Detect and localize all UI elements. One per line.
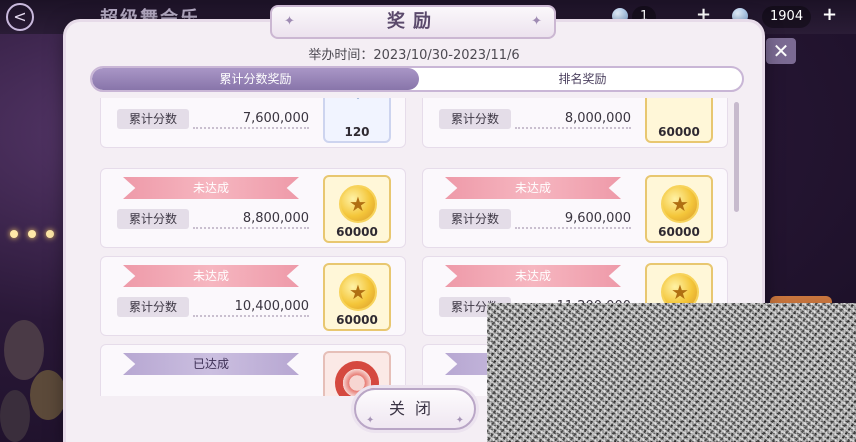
reward-card: 未达成 累计分数 9,600,000 ★ 60000 bbox=[422, 168, 728, 248]
reward-quantity: 120 bbox=[344, 125, 370, 139]
reward-item[interactable]: ★ 60000 bbox=[645, 175, 713, 243]
score-label: 累计分数 bbox=[439, 109, 511, 129]
currency-2-add-button[interactable]: + bbox=[822, 4, 837, 25]
score-label: 累计分数 bbox=[117, 297, 189, 317]
reward-quantity: 60000 bbox=[658, 125, 700, 139]
reward-card: 未达成 累计分数 10,400,000 ★ 60000 bbox=[100, 256, 406, 336]
status-banner-unachieved: 未达成 bbox=[123, 177, 299, 199]
score-threshold: 8,800,000 bbox=[193, 209, 309, 229]
score-threshold: 8,000,000 bbox=[515, 109, 631, 129]
reward-quantity: 60000 bbox=[336, 313, 378, 327]
score-threshold: 7,600,000 bbox=[193, 109, 309, 129]
status-banner-unachieved: 未达成 bbox=[123, 265, 299, 287]
reward-card: 累计分数 7,600,000 120 bbox=[100, 98, 406, 148]
reward-item[interactable]: 120 bbox=[323, 98, 391, 143]
score-threshold: 9,600,000 bbox=[515, 209, 631, 229]
close-button-label: 关闭 bbox=[388, 399, 441, 418]
tab-ranking-reward[interactable]: 排名奖励 bbox=[419, 68, 742, 90]
modal-title-plate: ✦ 奖励 ✦ bbox=[270, 5, 556, 39]
score-label: 累计分数 bbox=[439, 209, 511, 229]
event-time: 举办时间：2023/10/30-2023/11/6 bbox=[308, 48, 520, 63]
back-button[interactable]: < bbox=[6, 3, 34, 31]
coin-icon: ★ bbox=[339, 185, 377, 223]
outer-close-icon[interactable]: ✕ bbox=[766, 38, 796, 64]
reward-quantity: 60000 bbox=[336, 225, 378, 239]
reward-card: 未达成 累计分数 8,800,000 ★ 60000 bbox=[100, 168, 406, 248]
currency-2-amount: 1904 bbox=[762, 6, 812, 28]
status-banner-achieved: 已达成 bbox=[123, 353, 299, 375]
reward-item[interactable]: ★ 60000 bbox=[323, 263, 391, 331]
sparkle-icon: ✦ bbox=[531, 14, 542, 29]
status-banner-unachieved: 未达成 bbox=[445, 265, 621, 287]
noise-overlay bbox=[487, 303, 856, 442]
reward-item[interactable]: ★ 60000 bbox=[323, 175, 391, 243]
list-scrollbar[interactable] bbox=[734, 102, 739, 212]
coin-icon: ★ bbox=[339, 273, 377, 311]
reward-card: 已达成 bbox=[100, 344, 406, 396]
score-label: 累计分数 bbox=[117, 209, 189, 229]
score-label: 累计分数 bbox=[117, 109, 189, 129]
coin-icon: ★ bbox=[661, 185, 699, 223]
modal-title: 奖励 bbox=[387, 11, 439, 32]
tab-cumulative-score-reward[interactable]: 累计分数奖励 bbox=[92, 68, 419, 90]
reward-tabs: 累计分数奖励 排名奖励 bbox=[90, 66, 744, 92]
sparkle-icon: ✦ bbox=[455, 415, 464, 426]
crystal-icon bbox=[336, 98, 380, 100]
background-decoration bbox=[0, 300, 70, 442]
reward-card: 累计分数 8,000,000 ★ 60000 bbox=[422, 98, 728, 148]
sparkle-icon: ✦ bbox=[284, 14, 295, 29]
sparkle-icon: ✦ bbox=[366, 415, 375, 426]
status-banner-unachieved: 未达成 bbox=[445, 177, 621, 199]
reward-item[interactable]: ★ 60000 bbox=[645, 98, 713, 143]
score-threshold: 10,400,000 bbox=[193, 297, 309, 317]
reward-quantity: 60000 bbox=[658, 225, 700, 239]
stage-lights-decoration bbox=[0, 220, 70, 250]
close-button[interactable]: ✦ 关闭 ✦ bbox=[354, 388, 476, 430]
